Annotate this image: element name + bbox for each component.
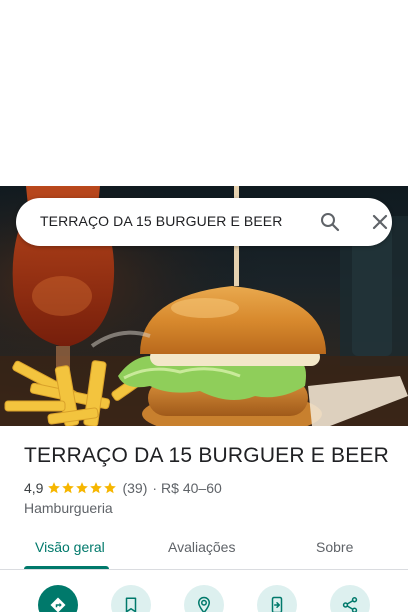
place-tabs: Visão geral Avaliações Sobre	[0, 528, 408, 570]
review-count[interactable]: (39)	[122, 480, 147, 496]
share-icon	[342, 597, 358, 612]
tab-about[interactable]: Sobre	[316, 539, 353, 555]
rating-value: 4,9	[24, 480, 44, 496]
place-category[interactable]: Hamburgueria	[24, 500, 113, 516]
nearby-icon	[197, 596, 211, 612]
price-range: R$ 40–60	[161, 480, 222, 496]
star-icon	[104, 482, 117, 494]
save-button[interactable]	[111, 585, 151, 612]
search-icon[interactable]	[318, 210, 342, 234]
place-title: TERRAÇO DA 15 BURGUER E BEER	[24, 444, 390, 467]
active-tab-indicator	[24, 566, 109, 569]
directions-button[interactable]	[38, 585, 78, 612]
send-to-phone-button[interactable]	[257, 585, 297, 612]
star-icon	[48, 482, 61, 494]
star-rating	[47, 481, 117, 495]
nearby-button[interactable]	[184, 585, 224, 612]
star-icon	[62, 482, 75, 494]
star-icon	[76, 482, 89, 494]
map-blank-area	[0, 0, 408, 186]
tab-overview[interactable]: Visão geral	[35, 539, 105, 555]
directions-icon	[50, 597, 66, 612]
search-query-text[interactable]: TERRAÇO DA 15 BURGUER E BEER	[40, 213, 282, 229]
search-bar[interactable]: TERRAÇO DA 15 BURGUER E BEER	[16, 198, 392, 246]
tab-reviews[interactable]: Avaliações	[168, 539, 235, 555]
close-icon[interactable]	[368, 210, 392, 234]
star-icon	[90, 482, 103, 494]
send-to-phone-icon	[271, 596, 283, 612]
rating-row[interactable]: 4,9 (39) · R$ 40–60	[24, 479, 222, 497]
share-button[interactable]	[330, 585, 370, 612]
bookmark-icon	[125, 597, 137, 612]
separator-dot: ·	[152, 480, 158, 496]
